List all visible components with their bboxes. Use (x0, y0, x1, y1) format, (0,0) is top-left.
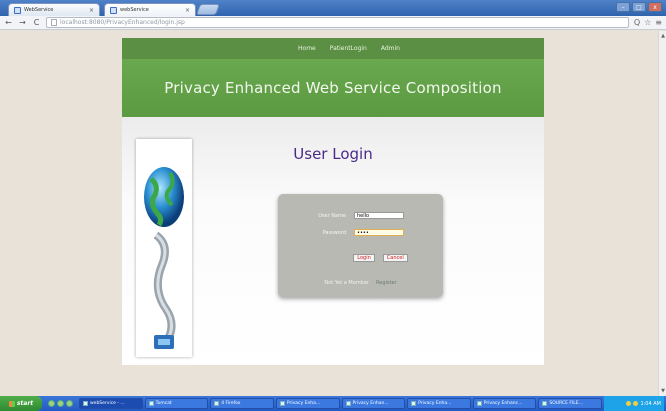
taskbar-item[interactable]: Privacy Enhan... (341, 398, 406, 409)
browser-toolbar: ← → C localhost:8080/PrivacyEnhanced/log… (0, 16, 666, 30)
taskbar-item-label: webService - ... (90, 401, 125, 406)
window-icon (279, 401, 285, 406)
close-tab-icon[interactable]: × (89, 7, 94, 14)
toolbar-right-icons: Q ☆ ≡ (634, 18, 662, 27)
register-row: Not Yet a Member Register (278, 280, 443, 286)
window-icon (83, 401, 88, 406)
window-icon (214, 401, 220, 406)
login-buttons: Login Cancel (278, 254, 443, 262)
page-favicon-icon (14, 6, 21, 14)
windows-taskbar: start webService - ... Tomcat 4 Firefox … (0, 396, 666, 411)
taskbar-item-label: Privacy Enha... (418, 401, 452, 406)
close-window-button[interactable]: x (648, 2, 662, 12)
start-button[interactable]: start (0, 396, 42, 411)
quick-launch-icon[interactable] (66, 400, 73, 407)
taskbar-item[interactable]: webService - ... (79, 398, 143, 409)
tab-webservice[interactable]: WebService × (8, 3, 100, 16)
system-tray: 1:04 AM (604, 396, 664, 411)
nav-home-link[interactable]: Home (298, 45, 316, 52)
tab-webservice-active[interactable]: webService × (104, 3, 196, 16)
taskbar-item[interactable]: Privacy Enha... (275, 398, 340, 409)
site-banner: Privacy Enhanced Web Service Composition (122, 59, 544, 117)
back-arrow-icon[interactable]: ← (4, 18, 13, 27)
tray-icon[interactable] (633, 401, 639, 406)
quick-launch-icon[interactable] (48, 400, 55, 407)
start-label: start (16, 400, 34, 407)
taskbar-item-label: 4 Firefox (221, 401, 241, 406)
taskbar-item[interactable]: 4 Firefox (210, 398, 274, 409)
quick-launch (44, 400, 77, 407)
login-form: User Name Password Login Cancel Not Yet … (278, 194, 443, 297)
taskbar-item-label: SOURCE FILE... (549, 401, 583, 406)
taskbar-item[interactable]: Privacy Enha... (407, 398, 471, 409)
taskbar-item-label: Privacy Enha... (286, 401, 321, 406)
login-button[interactable]: Login (353, 254, 375, 262)
taskbar-item[interactable]: Tomcat (144, 398, 209, 409)
quick-launch-icon[interactable] (57, 400, 64, 407)
zoom-icon[interactable]: Q (634, 18, 640, 27)
username-input[interactable] (354, 212, 404, 219)
nav-patient-login-link[interactable]: PatientLogin (330, 45, 367, 52)
nav-admin-link[interactable]: Admin (381, 45, 400, 52)
site-nav: Home PatientLogin Admin (122, 38, 544, 59)
maximize-button[interactable]: □ (632, 2, 646, 12)
reload-icon[interactable]: C (32, 18, 41, 27)
taskbar-item[interactable]: Privacy Enhanc... (472, 398, 537, 409)
browser-tab-strip: WebService × webService × – □ x (0, 0, 666, 16)
password-label: Password (322, 229, 346, 236)
taskbar-item[interactable]: SOURCE FILE... (538, 398, 602, 409)
bookmark-star-icon[interactable]: ☆ (644, 18, 651, 27)
page-icon (51, 19, 57, 26)
close-tab-icon[interactable]: × (185, 7, 190, 14)
username-row: User Name (278, 212, 443, 219)
windows-flag-icon (8, 400, 15, 407)
taskbar-item-label: Tomcat (155, 401, 172, 406)
tab-label: webService (120, 7, 149, 13)
globe-cable-illustration (136, 139, 192, 357)
window-icon (148, 401, 154, 406)
cancel-button[interactable]: Cancel (382, 254, 408, 262)
new-tab-button[interactable] (195, 4, 221, 15)
taskbar-item-label: Privacy Enhanc... (483, 401, 523, 406)
tray-icon[interactable] (626, 401, 632, 406)
taskbar-item-label: Privacy Enhan... (352, 401, 389, 406)
window-icon (476, 401, 482, 406)
login-title: User Login (293, 145, 373, 163)
clock: 1:04 AM (640, 400, 661, 407)
window-controls: – □ x (616, 2, 662, 12)
not-member-text: Not Yet a Member (324, 280, 369, 286)
main-content: User Login User Name Password Login Canc… (122, 117, 544, 365)
window-icon (542, 401, 548, 406)
site-title: Privacy Enhanced Web Service Composition (164, 79, 502, 97)
address-bar[interactable]: localhost:8080/PrivacyEnhanced/login.jsp (46, 17, 629, 28)
page-favicon-icon (110, 6, 117, 14)
username-label: User Name (318, 212, 346, 219)
scroll-down-arrow-icon[interactable]: ▼ (660, 388, 666, 394)
forward-arrow-icon[interactable]: → (18, 18, 27, 27)
minimize-button[interactable]: – (616, 2, 630, 12)
address-url: localhost:8080/PrivacyEnhanced/login.jsp (60, 18, 185, 26)
website-container: Home PatientLogin Admin Privacy Enhanced… (122, 38, 544, 365)
password-input[interactable] (354, 229, 404, 236)
scroll-up-arrow-icon[interactable]: ▲ (660, 33, 666, 39)
password-row: Password (278, 229, 443, 236)
register-link[interactable]: Register (376, 280, 397, 286)
vertical-scrollbar[interactable]: ▲ ▼ (658, 31, 666, 396)
window-icon (345, 401, 351, 406)
window-icon (411, 401, 417, 406)
menu-icon[interactable]: ≡ (655, 18, 662, 27)
tab-label: WebService (24, 7, 54, 13)
